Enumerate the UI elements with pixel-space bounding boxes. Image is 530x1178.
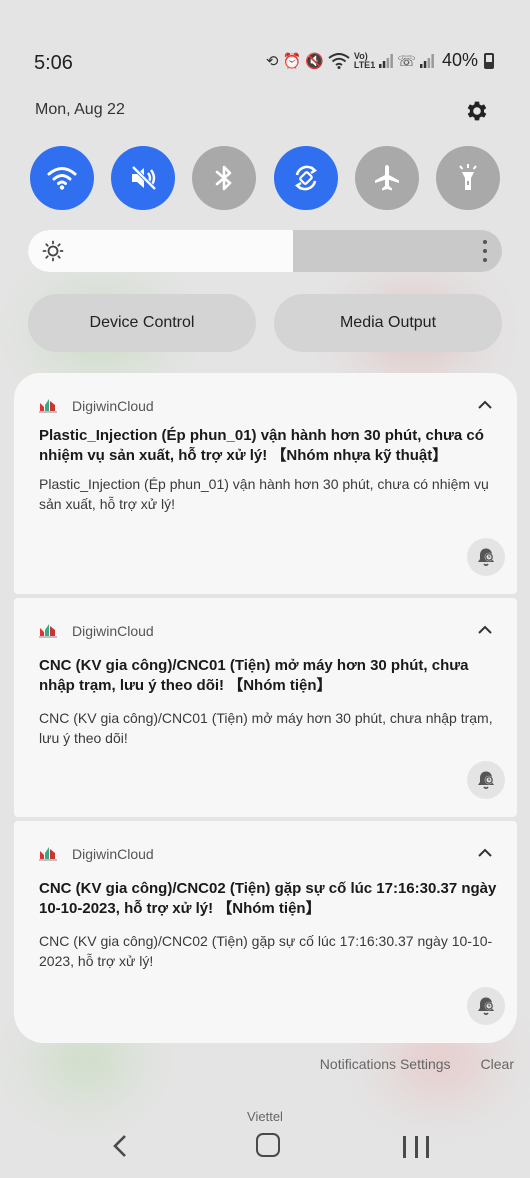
snooze-button[interactable] — [467, 987, 505, 1025]
navigation-bar — [0, 1128, 530, 1164]
wifi-icon — [328, 52, 350, 69]
notification-card[interactable]: DigiwinCloud Plastic_Injection (Ép phun_… — [14, 373, 517, 594]
notification-body: Plastic_Injection (Ép phun_01) vận hành … — [39, 476, 489, 512]
brightness-level — [28, 230, 294, 272]
quick-panel-header: Mon, Aug 22 — [28, 92, 502, 128]
airplane-icon — [374, 165, 399, 191]
notification-title: Plastic_Injection (Ép phun_01) vận hành … — [39, 427, 484, 464]
sun-icon — [42, 240, 64, 262]
notification-app-name: DigiwinCloud — [72, 846, 154, 862]
gear-icon[interactable] — [464, 98, 490, 124]
bluetooth-icon — [216, 165, 232, 191]
notification-card[interactable]: DigiwinCloud CNC (KV gia công)/CNC02 (Ti… — [14, 821, 517, 1043]
clock: 5:06 — [34, 52, 73, 74]
bluetooth-toggle[interactable] — [192, 146, 257, 210]
status-bar: 5:06 ⟲ ⏰ 🔇 Vo) LTE1 ☏ 40% — [0, 0, 530, 100]
rotate-icon — [294, 165, 317, 191]
media-output-button[interactable]: Media Output — [274, 294, 502, 352]
status-icons: ⟲ ⏰ 🔇 Vo) LTE1 ☏ 40% — [266, 50, 494, 71]
device-control-button[interactable]: Device Control — [28, 294, 256, 352]
recent-apps-icon[interactable] — [403, 1136, 429, 1158]
chevron-up-icon[interactable] — [477, 397, 493, 413]
signal-icon — [379, 53, 394, 68]
carrier-label: Viettel — [247, 1109, 283, 1124]
notification-body: CNC (KV gia công)/CNC01 (Tiện) mở máy hơ… — [39, 710, 493, 746]
home-icon[interactable] — [256, 1133, 280, 1157]
battery-icon — [484, 52, 494, 69]
notification-footer: Notifications Settings Clear — [320, 1056, 514, 1072]
brightness-slider[interactable] — [28, 230, 502, 272]
notification-card[interactable]: DigiwinCloud CNC (KV gia công)/CNC01 (Ti… — [14, 598, 517, 817]
digiwin-app-icon — [39, 399, 57, 413]
back-icon[interactable] — [110, 1132, 130, 1160]
digiwin-app-icon — [39, 624, 57, 638]
notification-title: CNC (KV gia công)/CNC02 (Tiện) gặp sự cố… — [39, 880, 497, 917]
snooze-bell-icon — [478, 771, 494, 790]
airplane-mode-toggle[interactable] — [354, 146, 419, 210]
alarm-icon: ⏰ — [282, 52, 302, 70]
snooze-button[interactable] — [467, 761, 505, 799]
mute-icon — [131, 165, 157, 191]
snooze-button[interactable] — [467, 538, 505, 576]
quick-settings-toggles — [30, 146, 500, 210]
snooze-bell-icon — [478, 548, 494, 567]
sound-mute-toggle[interactable] — [111, 146, 176, 210]
notification-settings-button[interactable]: Notifications Settings — [320, 1056, 451, 1072]
notification-app-name: DigiwinCloud — [72, 623, 154, 639]
signal-icon — [419, 53, 434, 68]
flashlight-icon — [459, 164, 477, 190]
chevron-up-icon[interactable] — [477, 622, 493, 638]
volte-icon: Vo) LTE1 — [353, 50, 376, 70]
digiwin-app-icon — [39, 847, 57, 861]
chevron-up-icon[interactable] — [477, 845, 493, 861]
wifi-icon — [47, 167, 77, 190]
notification-title: CNC (KV gia công)/CNC01 (Tiện) mở máy hơ… — [39, 657, 469, 694]
more-options-icon[interactable] — [482, 240, 488, 262]
wifi-toggle[interactable] — [30, 146, 94, 210]
battery-percent: 40% — [441, 50, 478, 70]
snooze-bell-icon — [478, 997, 494, 1016]
wifi-calling-icon: ☏ — [397, 52, 416, 70]
sync-icon: ⟲ — [265, 52, 279, 70]
mute-icon: 🔇 — [305, 52, 324, 70]
notification-app-name: DigiwinCloud — [72, 398, 154, 414]
flashlight-toggle[interactable] — [435, 146, 500, 210]
date-label: Mon, Aug 22 — [35, 101, 125, 118]
notification-body: CNC (KV gia công)/CNC02 (Tiện) gặp sự cố… — [39, 933, 493, 969]
auto-rotate-toggle[interactable] — [273, 146, 338, 210]
clear-button[interactable]: Clear — [481, 1056, 514, 1072]
